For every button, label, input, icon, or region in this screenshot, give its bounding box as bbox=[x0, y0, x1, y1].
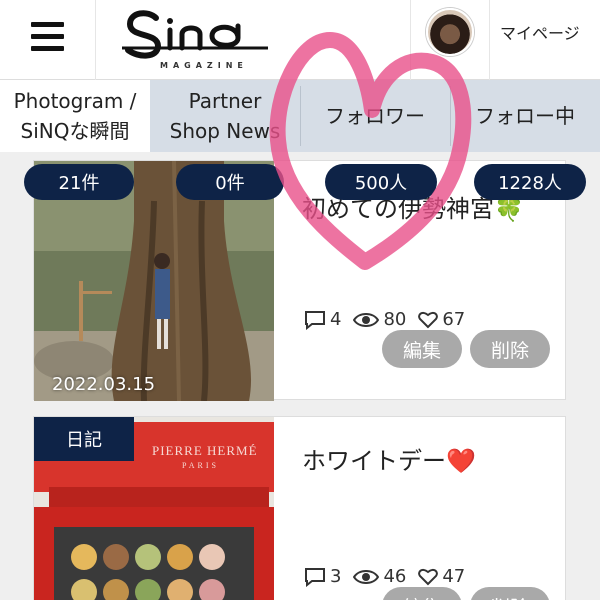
comment-count: 4 bbox=[330, 309, 342, 330]
like-count: 47 bbox=[442, 566, 466, 587]
like-count: 67 bbox=[442, 309, 466, 330]
edit-button[interactable]: 編集 bbox=[382, 330, 462, 368]
menu-icon-bar bbox=[31, 34, 64, 39]
view-icon bbox=[353, 312, 380, 327]
menu-icon-bar bbox=[31, 46, 64, 51]
tab-label: フォロー中 bbox=[475, 104, 575, 128]
edit-button[interactable]: 編集 bbox=[382, 587, 462, 600]
view-icon bbox=[353, 569, 380, 584]
post-stats: 4 80 67 bbox=[304, 309, 465, 330]
avatar bbox=[426, 8, 474, 56]
mypage-link[interactable]: マイページ bbox=[500, 20, 580, 44]
view-count: 80 bbox=[383, 309, 407, 330]
count-badge-followers: 500人 bbox=[325, 164, 437, 200]
delete-button[interactable]: 削除 bbox=[470, 587, 550, 600]
count-badge-posts: 21件 bbox=[24, 164, 134, 200]
heart-icon bbox=[418, 568, 439, 585]
comment-count: 3 bbox=[330, 566, 342, 587]
box-brand-text: PIERRE HERMÉ bbox=[152, 443, 258, 458]
post-title-text: ホワイトデー bbox=[302, 447, 446, 475]
category-tag: 日記 bbox=[34, 417, 134, 461]
tab-label: Photogram / bbox=[13, 89, 137, 113]
app-header: MAGAZINE マイページ bbox=[0, 0, 600, 80]
tab-label: Shop News bbox=[169, 119, 281, 143]
post-photo[interactable]: PIERRE HERMÉ PARIS 日記 bbox=[34, 417, 274, 600]
heart-icon bbox=[418, 311, 439, 328]
count-badge-partner: 0件 bbox=[176, 164, 284, 200]
tab-label: SiNQな瞬間 bbox=[20, 119, 130, 143]
post-title[interactable]: ホワイトデー❤️ bbox=[302, 441, 476, 476]
comment-icon bbox=[305, 310, 325, 330]
tab-label: Partner bbox=[188, 89, 262, 113]
menu-icon-bar bbox=[31, 22, 64, 27]
red-heart-icon: ❤️ bbox=[446, 447, 476, 475]
delete-button[interactable]: 削除 bbox=[470, 330, 550, 368]
view-count: 46 bbox=[383, 566, 407, 587]
tab-followers[interactable]: フォロワー bbox=[300, 80, 450, 152]
menu-button[interactable] bbox=[0, 0, 96, 80]
comment-icon bbox=[305, 567, 325, 587]
avatar-button[interactable] bbox=[410, 0, 490, 80]
tab-bar: Photogram / SiNQな瞬間 Partner Shop News フォ… bbox=[0, 80, 600, 152]
tab-photogram[interactable]: Photogram / SiNQな瞬間 bbox=[0, 80, 150, 152]
tab-label: フォロワー bbox=[325, 104, 425, 128]
post-card[interactable]: PIERRE HERMÉ PARIS 日記 ホワイトデー❤️ 3 46 47 編… bbox=[33, 416, 566, 600]
post-stats: 3 46 47 bbox=[304, 566, 465, 587]
tab-partner-shop-news[interactable]: Partner Shop News bbox=[150, 80, 300, 152]
count-badge-following: 1228人 bbox=[474, 164, 586, 200]
tab-following[interactable]: フォロー中 bbox=[450, 80, 600, 152]
post-date: 2022.03.15 bbox=[52, 374, 156, 395]
box-city-text: PARIS bbox=[182, 461, 219, 470]
logo-subtitle: MAGAZINE bbox=[160, 61, 248, 70]
